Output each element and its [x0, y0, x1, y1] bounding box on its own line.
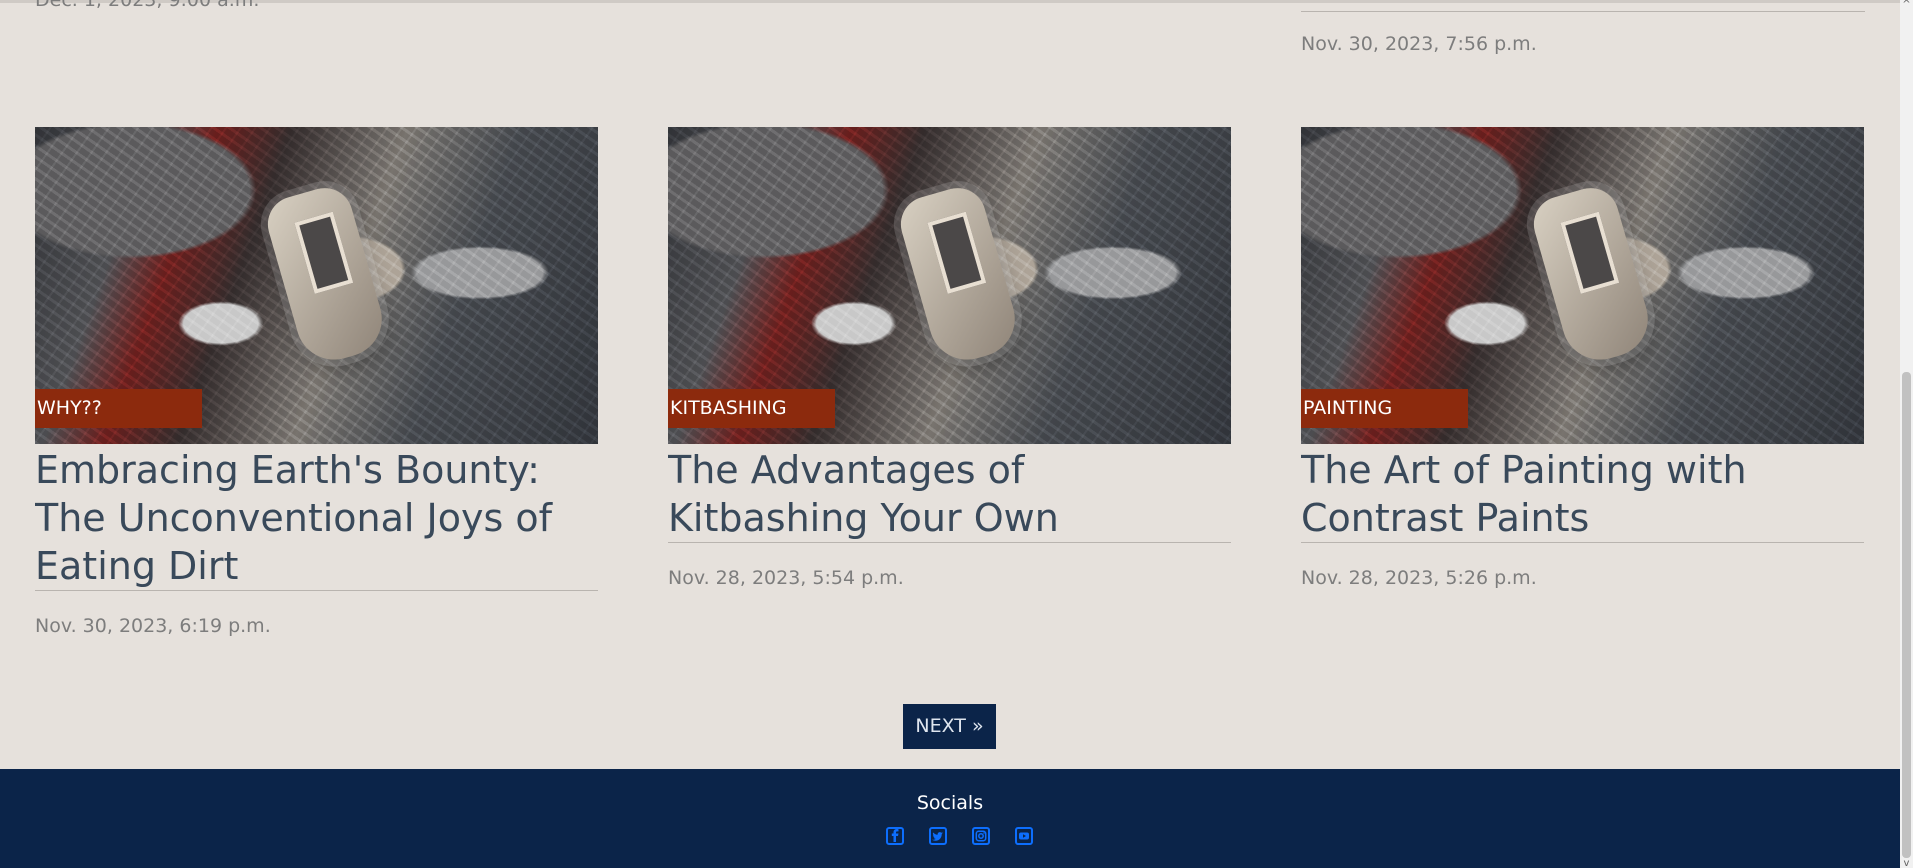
socials-title: Socials — [916, 792, 984, 814]
instagram-icon[interactable] — [971, 826, 993, 846]
post-card[interactable]: WHY?? Embracing Earth's Bounty: The Unco… — [35, 127, 598, 637]
site-footer: Socials — [0, 769, 1900, 868]
youtube-icon[interactable] — [1014, 826, 1036, 846]
miniature-vehicle-image — [260, 181, 391, 369]
miniature-window — [1560, 212, 1619, 295]
next-page-button[interactable]: NEXT » — [903, 704, 996, 749]
miniature-window — [927, 212, 986, 295]
top-divider — [0, 0, 1900, 3]
previous-post-date-partial: Dec. 1, 2023, 9:00 a.m. — [35, 0, 260, 11]
post-date: Nov. 28, 2023, 5:26 p.m. — [1301, 567, 1537, 589]
vertical-scrollbar[interactable]: ^ v — [1900, 0, 1913, 868]
post-divider — [668, 542, 1231, 543]
post-title[interactable]: Embracing Earth's Bounty: The Unconventi… — [35, 444, 598, 590]
previous-post-date: Nov. 30, 2023, 7:56 p.m. — [1301, 33, 1537, 55]
scroll-down-icon[interactable]: v — [1902, 859, 1911, 868]
social-icons — [885, 826, 1036, 846]
post-card[interactable]: KITBASHING The Advantages of Kitbashing … — [668, 127, 1231, 589]
post-divider — [35, 590, 598, 591]
previous-post-divider — [1301, 11, 1865, 12]
post-date: Nov. 28, 2023, 5:54 p.m. — [668, 567, 904, 589]
twitter-icon[interactable] — [928, 826, 950, 846]
post-image[interactable]: KITBASHING — [668, 127, 1231, 444]
post-image[interactable]: PAINTING — [1301, 127, 1864, 444]
miniature-window — [294, 212, 353, 295]
category-badge[interactable]: WHY?? — [35, 389, 202, 428]
category-badge[interactable]: KITBASHING — [668, 389, 835, 428]
post-title[interactable]: The Advantages of Kitbashing Your Own Mi… — [668, 444, 1231, 542]
blog-page: Dec. 1, 2023, 9:00 a.m. Nov. 30, 2023, 7… — [0, 0, 1913, 868]
facebook-icon[interactable] — [885, 826, 907, 846]
post-date: Nov. 30, 2023, 6:19 p.m. — [35, 615, 271, 637]
post-image[interactable]: WHY?? — [35, 127, 598, 444]
scroll-up-icon[interactable]: ^ — [1902, 0, 1911, 10]
miniature-vehicle-image — [893, 181, 1024, 369]
category-badge[interactable]: PAINTING — [1301, 389, 1468, 428]
post-card[interactable]: PAINTING The Art of Painting with Contra… — [1301, 127, 1864, 589]
scrollbar-thumb[interactable] — [1902, 372, 1911, 858]
post-title[interactable]: The Art of Painting with Contrast Paints — [1301, 444, 1864, 542]
miniature-vehicle-image — [1526, 181, 1657, 369]
post-divider — [1301, 542, 1864, 543]
